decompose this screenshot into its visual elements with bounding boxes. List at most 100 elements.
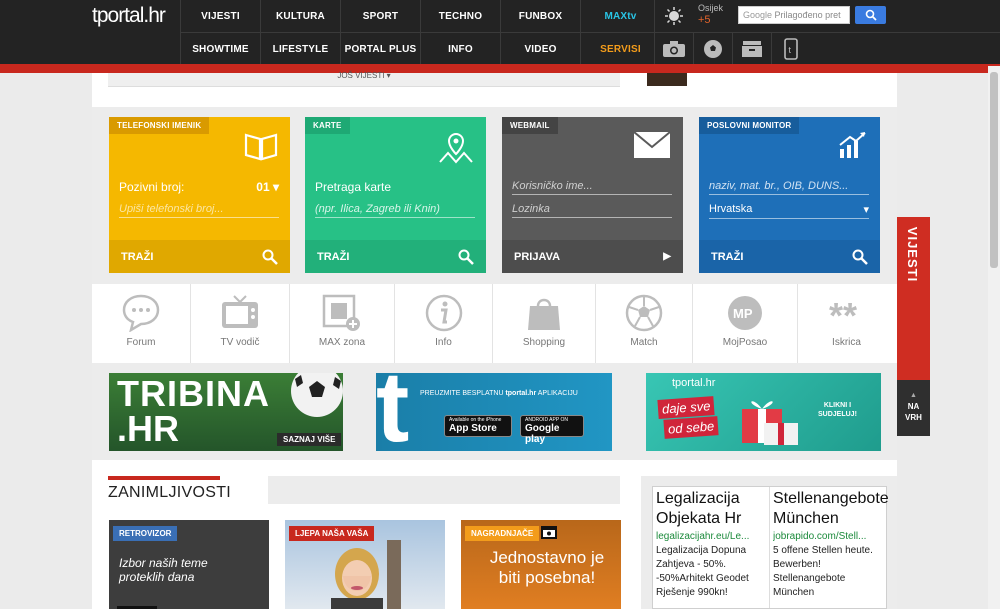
service-label: Forum [126,337,156,348]
login-button[interactable]: PRIJAVA ▶ [502,240,683,273]
tribina-domain: .HR [117,408,179,449]
tv-icon [222,295,258,328]
news-thumbnail[interactable] [647,73,687,86]
phone-number-input[interactable]: Upiši telefonski broj... [119,203,279,218]
svg-text:MP: MP [733,306,753,321]
app-promo-text: PREUZMITE BESPLATNU tportal.hr APLIKACIJ… [420,390,578,397]
football-icon[interactable] [693,33,731,65]
card-ljepa-nasa-vasa[interactable]: LJEPA NAŠA VAŠA [285,520,445,609]
password-input[interactable]: Lozinka [512,203,672,218]
nav-kultura[interactable]: KULTURA [260,0,340,32]
tribina-banner[interactable]: TRIBINA .HR SAZNAJ VIŠE [109,373,343,451]
maps-tag: KARTE [305,117,350,134]
ad-title[interactable]: Stellenangebote München [773,489,889,529]
svg-text:**: ** [829,295,857,332]
ad-item-2[interactable]: Stellenangebote München jobrapido.com/St… [773,489,889,600]
nav-servisi[interactable]: SERVISI [580,33,660,65]
country-select[interactable]: Hrvatska ▾ [709,203,869,219]
section-accent [108,476,220,480]
tportal-t-logo: t [376,373,410,451]
ad-url[interactable]: legalizacijahr.eu/Le... [656,531,768,542]
service-mojposao[interactable]: MP MojPosao [693,284,798,363]
gift-box-icon [742,401,798,445]
search-icon [852,249,868,265]
gift-banner[interactable]: tportal.hr daje sve od sebe KLIKNI I SUDJ… [646,373,881,451]
nav-sport[interactable]: SPORT [340,0,420,32]
map-pin-icon [439,132,473,164]
username-input[interactable]: Korisničko ime... [512,180,672,195]
shopping-bag-icon [528,298,560,330]
login-label: PRIJAVA [514,250,561,263]
weather-city: Osijek [698,3,724,13]
chat-bubble-icon [122,294,160,332]
chart-trend-icon [839,132,866,158]
camera-icon[interactable] [654,33,692,65]
search-input[interactable]: Google Prilagođeno pret [738,6,850,24]
search-icon [458,249,474,265]
card-retrovizor[interactable]: RETROVIZOR Izbor naših teme proteklih da… [109,520,269,609]
company-search-input[interactable]: naziv, mat. br., OIB, DUNS... [709,180,869,195]
chevron-down-icon: ▾ [863,204,869,216]
service-forum[interactable]: Forum [92,284,191,363]
svg-text:t: t [788,45,791,55]
google-play-badge[interactable]: ANDROID APP ON Google play [520,415,584,445]
camera-icon [541,526,557,539]
woman-portrait-image [331,540,401,609]
service-label: Info [435,337,452,348]
service-info[interactable]: Info [395,284,493,363]
nav-maxtv[interactable]: MAXtv [580,0,660,32]
business-search-button[interactable]: TRAŽI [699,240,880,273]
service-max-zona[interactable]: MAX zona [290,284,395,363]
archive-icon[interactable] [732,33,770,65]
weather-temp: +5 [698,14,711,26]
back-to-top-button[interactable]: ▲ NA VRH [897,380,930,436]
tribina-cta: SAZNAJ VIŠE [277,433,342,446]
webmail-widget: WEBMAIL Korisničko ime... Lozinka PRIJAV… [502,117,683,273]
arrow-right-icon: ▶ [663,251,671,262]
film-plus-icon [322,294,360,331]
maps-search-button[interactable]: TRAŽI [305,240,486,273]
phonebook-search-button[interactable]: TRAŽI [109,240,290,273]
vijesti-side-tab[interactable]: VIJESTI [897,217,930,380]
search-placeholder: Prilagođeno pret [774,10,841,20]
gift-logo: tportal.hr [672,377,716,389]
service-match[interactable]: Match [596,284,693,363]
gift-cta: KLIKNI I SUDJELUJ! [818,402,857,418]
nav-row-secondary: SHOWTIME LIFESTYLE PORTAL PLUS INFO VIDE… [180,33,660,65]
arrow-up-icon: ▲ [910,392,917,399]
service-shopping[interactable]: Shopping [493,284,596,363]
area-code-select[interactable]: Pozivni broj: 01 ▾ [119,180,279,196]
ad-item-1[interactable]: Legalizacija Objekata Hr legalizacijahr.… [656,489,768,600]
scrollbar-thumb[interactable] [990,72,998,268]
nav-portal-plus[interactable]: PORTAL PLUS [340,33,420,65]
mobile-icon[interactable]: t [771,33,809,65]
more-news-link[interactable]: JOŠ VIJESTI ▾ [108,72,620,87]
nav-showtime[interactable]: SHOWTIME [180,33,260,65]
service-tv-guide[interactable]: TV vodič [191,284,290,363]
ad-url[interactable]: jobrapido.com/Stell... [773,531,885,542]
ad-title[interactable]: Legalizacija Objekata Hr [656,489,768,529]
map-search-input[interactable]: (npr. Ilica, Zagreb ili Knin) [315,203,475,218]
nav-info[interactable]: INFO [420,33,500,65]
webmail-tag: WEBMAIL [502,117,558,134]
info-icon [425,294,462,332]
search-button[interactable] [855,6,886,24]
google-label: Google [743,10,773,20]
site-logo[interactable]: tportal.hr [92,4,166,28]
business-monitor-tag: POSLOVNI MONITOR [699,117,800,134]
app-store-badge[interactable]: Available on the iPhone App Store [444,415,512,437]
card-nagradnjace[interactable]: NAGRADNJAČE Jednostavno je biti posebna! [461,520,621,609]
nav-lifestyle[interactable]: LIFESTYLE [260,33,340,65]
service-iskrica[interactable]: ** Iskrica [798,284,895,363]
weather-widget[interactable]: Osijek +5 [698,2,723,26]
app-banner[interactable]: t PREUZMITE BESPLATNU tportal.hr APLIKAC… [376,373,612,451]
ad-divider [769,487,770,608]
nav-vijesti[interactable]: VIJESTI [180,0,260,32]
nav-video[interactable]: VIDEO [500,33,580,65]
gift-line1: daje sve [657,396,716,419]
weather-sun-icon[interactable] [654,0,692,32]
area-code-label: Pozivni broj: [119,180,185,194]
phonebook-widget: TELEFONSKI IMENIK Pozivni broj: 01 ▾ Upiš… [109,117,290,273]
nav-funbox[interactable]: FUNBOX [500,0,580,32]
nav-techno[interactable]: TECHNO [420,0,500,32]
